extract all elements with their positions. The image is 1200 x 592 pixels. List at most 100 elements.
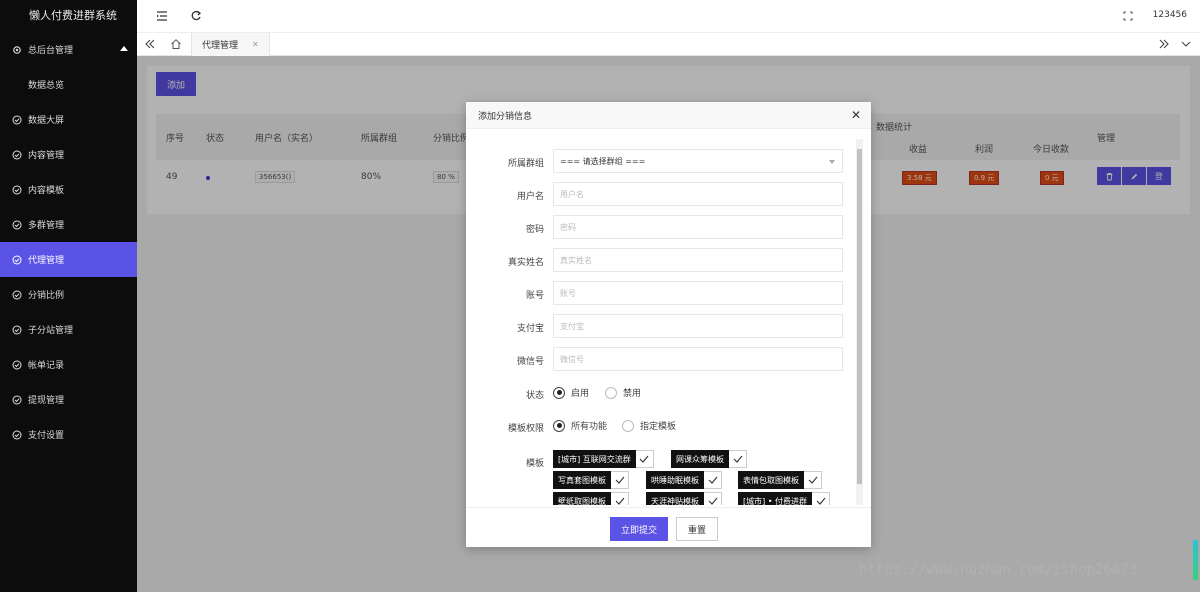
template-checkbox[interactable]: [城市] 互联网交流群 <box>553 450 654 468</box>
sidebar-item-overview[interactable]: 数据总览 <box>0 67 137 102</box>
template-checkbox[interactable]: 天涯神贴模板 <box>646 492 722 505</box>
shield-check-icon <box>12 150 22 160</box>
corner-widget <box>1193 540 1198 580</box>
field-alipay: 支付宝 支付宝 <box>474 314 854 338</box>
dialog-scrollbar[interactable] <box>856 139 863 505</box>
close-icon[interactable]: ✕ <box>851 109 861 121</box>
sidebar-item-label: 数据大屏 <box>28 116 65 126</box>
submit-button[interactable]: 立即提交 <box>610 517 668 541</box>
refresh-icon[interactable] <box>190 10 202 22</box>
password-input[interactable]: 密码 <box>553 215 843 239</box>
sidebar-item-agents[interactable]: 代理管理 <box>0 242 137 277</box>
status-enabled-radio[interactable]: 启用 <box>553 386 589 399</box>
tab-bar: 代理管理 ✕ <box>137 32 1200 56</box>
template-checkbox[interactable]: 网课众筹模板 <box>671 450 747 468</box>
template-label: [城市] • 付费进群 <box>738 492 813 505</box>
check-icon <box>812 492 831 505</box>
watermark: https://www.huzhan.com/ishop26473 <box>859 562 1138 578</box>
template-checkbox[interactable]: 壁纸取图模板 <box>553 492 629 505</box>
tab-scroll-right-icon[interactable] <box>1158 38 1170 53</box>
template-checkbox[interactable]: [城市] • 付费进群 <box>738 492 831 505</box>
permission-all-radio[interactable]: 所有功能 <box>553 419 607 432</box>
wechat-input[interactable]: 微信号 <box>553 347 843 371</box>
field-label: 账号 <box>525 291 544 301</box>
field-permission: 模板权限 所有功能 指定模板 <box>474 414 854 438</box>
gear-icon <box>12 45 22 55</box>
radio-unchecked-icon <box>605 386 617 399</box>
sidebar-item-label: 总后台管理 <box>28 46 74 56</box>
field-username: 用户名 用户名 <box>474 182 854 206</box>
tab-agent-management[interactable]: 代理管理 ✕ <box>191 33 270 56</box>
field-templates: 模板 [城市] 互联网交流群 网课众筹模板 写真套图模板 哄睡助眠模板 表情包取… <box>474 449 854 505</box>
dialog-footer: 立即提交 重置 <box>466 507 871 547</box>
shield-check-icon <box>12 325 22 335</box>
field-status: 状态 启用 禁用 <box>474 381 854 405</box>
group-select[interactable]: === 请选择群组 === <box>553 149 843 173</box>
template-label: 写真套图模板 <box>553 471 611 489</box>
tab-label: 代理管理 <box>202 41 239 51</box>
sidebar-item-bills[interactable]: 帐单记录 <box>0 347 137 382</box>
sidebar-item-label: 数据总览 <box>28 81 65 91</box>
template-label: [城市] 互联网交流群 <box>553 450 636 468</box>
sidebar-item-ratio[interactable]: 分销比例 <box>0 277 137 312</box>
radio-label: 禁用 <box>623 389 642 399</box>
check-icon <box>729 450 747 468</box>
chevron-down-icon[interactable] <box>1180 38 1192 53</box>
permission-specific-radio[interactable]: 指定模板 <box>622 419 676 432</box>
user-menu[interactable]: 123456 <box>1153 10 1187 20</box>
alipay-input[interactable]: 支付宝 <box>553 314 843 338</box>
sidebar-item-label: 内容模板 <box>28 186 65 196</box>
account-input[interactable]: 账号 <box>553 281 843 305</box>
radio-unchecked-icon <box>622 419 634 432</box>
sidebar: 懒人付费进群系统 总后台管理 数据总览 数据大屏 内容管理 内容模板 多群管理 … <box>0 0 137 592</box>
tab-scroll-left-icon[interactable] <box>144 38 156 53</box>
realname-input[interactable]: 真实姓名 <box>553 248 843 272</box>
radio-label: 所有功能 <box>571 422 608 432</box>
template-checkbox[interactable]: 写真套图模板 <box>553 471 629 489</box>
sidebar-item-label: 代理管理 <box>28 256 65 266</box>
shield-check-icon <box>12 255 22 265</box>
dialog-header: 添加分销信息 ✕ <box>466 102 871 129</box>
sidebar-item-label: 多群管理 <box>28 221 65 231</box>
radio-label: 启用 <box>571 389 590 399</box>
check-icon <box>804 471 822 489</box>
field-label: 微信号 <box>516 357 544 367</box>
top-bar: 123456 <box>137 0 1200 32</box>
fullscreen-icon[interactable] <box>1122 10 1134 22</box>
sidebar-item-content[interactable]: 内容管理 <box>0 137 137 172</box>
field-label: 状态 <box>525 391 544 401</box>
sidebar-item-template[interactable]: 内容模板 <box>0 172 137 207</box>
sidebar-item-withdraw[interactable]: 提现管理 <box>0 382 137 417</box>
shield-check-icon <box>12 115 22 125</box>
sidebar-item-bigscreen[interactable]: 数据大屏 <box>0 102 137 137</box>
sidebar-item-label: 子分站管理 <box>28 326 74 336</box>
chevron-up-icon <box>120 46 128 51</box>
field-account: 账号 账号 <box>474 281 854 305</box>
reset-button[interactable]: 重置 <box>676 517 718 541</box>
scrollbar-thumb[interactable] <box>857 149 862 484</box>
field-realname: 真实姓名 真实姓名 <box>474 248 854 272</box>
template-label: 哄睡助眠模板 <box>646 471 704 489</box>
username-input[interactable]: 用户名 <box>553 182 843 206</box>
close-icon[interactable]: ✕ <box>252 40 259 49</box>
check-icon <box>704 492 722 505</box>
check-icon <box>611 492 629 505</box>
chevron-down-icon <box>829 160 835 164</box>
home-icon[interactable] <box>170 38 182 53</box>
radio-label: 指定模板 <box>640 422 677 432</box>
field-label: 支付宝 <box>516 324 544 334</box>
sidebar-item-admin[interactable]: 总后台管理 <box>0 32 137 67</box>
status-disabled-radio[interactable]: 禁用 <box>605 386 641 399</box>
template-checkbox[interactable]: 表情包取图模板 <box>738 471 822 489</box>
sidebar-item-payment[interactable]: 支付设置 <box>0 417 137 452</box>
dialog-title: 添加分销信息 <box>478 111 533 122</box>
sidebar-item-label: 内容管理 <box>28 151 65 161</box>
sidebar-item-substation[interactable]: 子分站管理 <box>0 312 137 347</box>
field-label: 密码 <box>525 225 544 235</box>
template-checkbox[interactable]: 哄睡助眠模板 <box>646 471 722 489</box>
menu-fold-icon[interactable] <box>156 10 168 22</box>
sidebar-item-groups[interactable]: 多群管理 <box>0 207 137 242</box>
add-agent-dialog: 添加分销信息 ✕ 所属群组 === 请选择群组 === 用户名 用户名 密码 密… <box>466 102 871 547</box>
template-label: 天涯神贴模板 <box>646 492 704 505</box>
check-icon <box>635 450 654 468</box>
